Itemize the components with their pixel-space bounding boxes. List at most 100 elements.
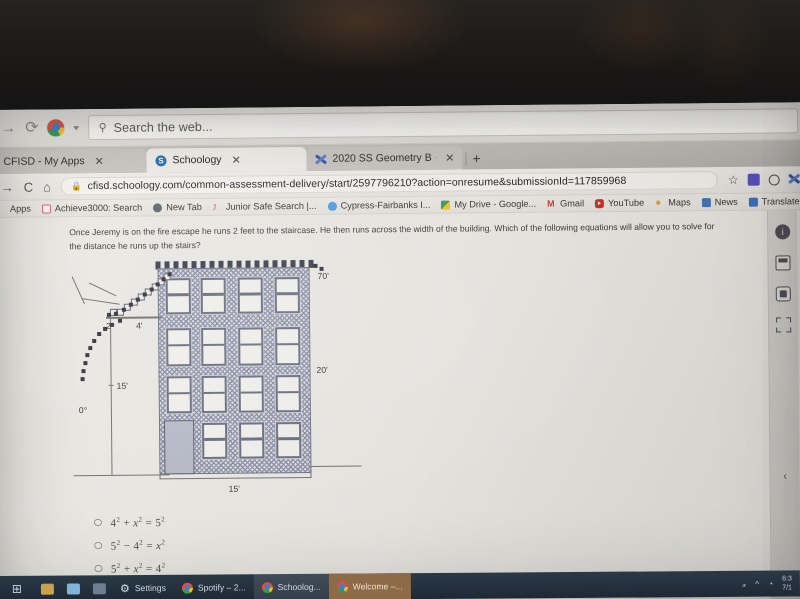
- building-door: [163, 420, 195, 475]
- bookmark-label: My Drive - Google...: [454, 198, 537, 210]
- network-icon[interactable]: ◔: [768, 579, 773, 589]
- tab-label: Schoology: [172, 153, 222, 167]
- droplet-icon: [327, 201, 337, 211]
- schoology-favicon-icon: [155, 154, 167, 166]
- google-drive-icon: [441, 200, 451, 210]
- bookmark-junior-safe-search[interactable]: J Junior Safe Search |...: [213, 201, 317, 212]
- tab-cfisd-my-apps[interactable]: CFISD - My Apps ✕: [0, 148, 147, 174]
- question-text: Once Jeremy is on the fire escape he run…: [69, 221, 715, 252]
- notepad-icon[interactable]: [775, 286, 791, 302]
- building-fire-escape-diagram: 15' 0° 2' 4' 70' 20' 15': [69, 254, 362, 502]
- answer-option-a[interactable]: 42 + x2 = 52: [93, 510, 166, 534]
- bookmark-my-drive[interactable]: My Drive - Google...: [441, 199, 536, 210]
- label-70ft: 70': [317, 270, 329, 281]
- bookmark-star-icon[interactable]: ☆: [728, 173, 739, 187]
- reload-icon[interactable]: ⟳: [25, 119, 39, 136]
- answer-option-b[interactable]: 52 − 42 = x2: [94, 533, 165, 557]
- assessment-page: Once Jeremy is on the fire escape he run…: [0, 210, 800, 599]
- bookmark-apps[interactable]: Apps: [0, 204, 31, 214]
- left-wall-line: [110, 318, 113, 475]
- extension-icon[interactable]: [747, 173, 760, 186]
- chevron-down-icon[interactable]: [73, 125, 80, 130]
- tab-close-icon[interactable]: ✕: [95, 154, 104, 167]
- profile-icon[interactable]: [768, 173, 780, 186]
- tab-close-icon[interactable]: ✕: [231, 153, 240, 166]
- window: [275, 375, 301, 413]
- reload-icon[interactable]: C: [24, 179, 34, 194]
- tab-edgenuity-geometry[interactable]: 2020 SS Geometry B - Edgenuity ✕: [306, 145, 463, 171]
- tab-schoology[interactable]: Schoology ✕: [146, 146, 307, 173]
- taskbar-pinned-folder-icon[interactable]: [60, 582, 86, 595]
- jr-icon: J: [212, 201, 217, 212]
- radio-button[interactable]: [94, 564, 102, 573]
- search-input[interactable]: ⚲ Search the web...: [88, 108, 799, 141]
- clock[interactable]: 6:3 7/1: [782, 574, 792, 592]
- taskbar-item-label: Settings: [134, 582, 166, 594]
- radio-button[interactable]: [93, 518, 102, 527]
- window: [165, 278, 191, 315]
- forward-arrow-icon[interactable]: →: [1, 179, 14, 194]
- pen-icon[interactable]: 𝓍: [742, 578, 746, 589]
- edgenuity-extension-icon[interactable]: [789, 173, 800, 185]
- answer-option-label: 42 + x2 = 52: [110, 515, 166, 530]
- taskbar-pinned-briefcase-icon[interactable]: [34, 583, 60, 595]
- radio-button[interactable]: [94, 541, 102, 550]
- gear-icon: ⚙: [119, 582, 130, 595]
- bookmark-maps[interactable]: ● Maps: [655, 197, 691, 209]
- chrome-logo-icon[interactable]: [47, 119, 65, 137]
- bookmark-news[interactable]: News: [701, 197, 738, 207]
- window: [238, 327, 264, 366]
- answer-option-label: 52 − 42 = x2: [110, 538, 166, 553]
- translate-icon: [748, 197, 758, 207]
- bookmark-label: New Tab: [166, 201, 202, 213]
- fire-escape-landing: [105, 316, 163, 319]
- window: [166, 376, 192, 414]
- clock-date: 7/1: [782, 584, 792, 592]
- achieve3000-icon: [41, 203, 51, 214]
- bookmark-translate[interactable]: Translate: [748, 196, 800, 207]
- address-bar[interactable]: 🔒 cfisd.schoology.com/common-assessment-…: [60, 171, 719, 196]
- info-icon[interactable]: [775, 224, 791, 240]
- windows-taskbar: ⊞ ⚙ Settings Spotify – 2... Schoolog... …: [0, 570, 800, 599]
- window: [200, 277, 226, 315]
- collapse-rail-icon[interactable]: ‹: [783, 470, 787, 482]
- forward-arrow-icon[interactable]: →: [0, 119, 16, 136]
- label-2ft: 2': [106, 320, 113, 331]
- gmail-icon: M: [547, 198, 555, 209]
- home-icon[interactable]: ⌂: [43, 179, 51, 194]
- taskbar-item-welcome[interactable]: Welcome –...: [328, 573, 411, 599]
- tab-label: 2020 SS Geometry B - Edgenuity: [332, 151, 435, 165]
- toolbar-action-icons: ☆: [728, 172, 800, 187]
- width-brace-tick-left: [159, 474, 161, 480]
- answer-option-label: 52 + x2 = 42: [110, 561, 166, 576]
- window: [201, 375, 227, 413]
- window: [274, 277, 300, 314]
- start-button[interactable]: ⊞: [0, 582, 34, 596]
- bookmark-label: Apps: [9, 203, 31, 214]
- bookmark-cypress-fairbanks[interactable]: Cypress-Fairbanks I...: [327, 200, 430, 211]
- screen-area: → ⟳ ⚲ Search the web... CFISD - My Apps …: [0, 102, 800, 599]
- maps-pin-icon: ●: [655, 197, 662, 209]
- taskbar-item-settings[interactable]: ⚙ Settings: [112, 575, 174, 599]
- bookmark-new-tab[interactable]: New Tab: [153, 202, 202, 212]
- bookmark-label: Junior Safe Search |...: [225, 200, 317, 212]
- calculator-icon[interactable]: [775, 255, 791, 271]
- fullscreen-icon[interactable]: [776, 317, 792, 333]
- system-tray: 𝓍 ^ ◔ 6:3 7/1: [742, 574, 800, 592]
- bookmark-achieve3000[interactable]: Achieve3000: Search: [41, 203, 142, 214]
- taskbar-item-label: Welcome –...: [352, 581, 403, 592]
- search-placeholder: Search the web...: [113, 119, 213, 135]
- taskbar-pinned-photos-icon[interactable]: [86, 582, 112, 594]
- fire-escape-arm: [71, 276, 86, 305]
- chevron-up-icon[interactable]: ^: [755, 579, 759, 589]
- bookmark-youtube[interactable]: YouTube: [595, 198, 644, 208]
- tab-close-icon[interactable]: ✕: [445, 151, 454, 164]
- taskbar-item-spotify[interactable]: Spotify – 2...: [174, 574, 254, 599]
- label-15ft-width: 15': [228, 483, 240, 494]
- taskbar-item-schoology[interactable]: Schoolog...: [253, 573, 329, 599]
- new-tab-button[interactable]: +: [470, 150, 486, 169]
- bookmark-gmail[interactable]: M Gmail: [547, 198, 584, 208]
- bookmark-label: Maps: [668, 197, 691, 208]
- lock-icon: 🔒: [70, 180, 82, 191]
- edgenuity-favicon-icon: [315, 153, 326, 164]
